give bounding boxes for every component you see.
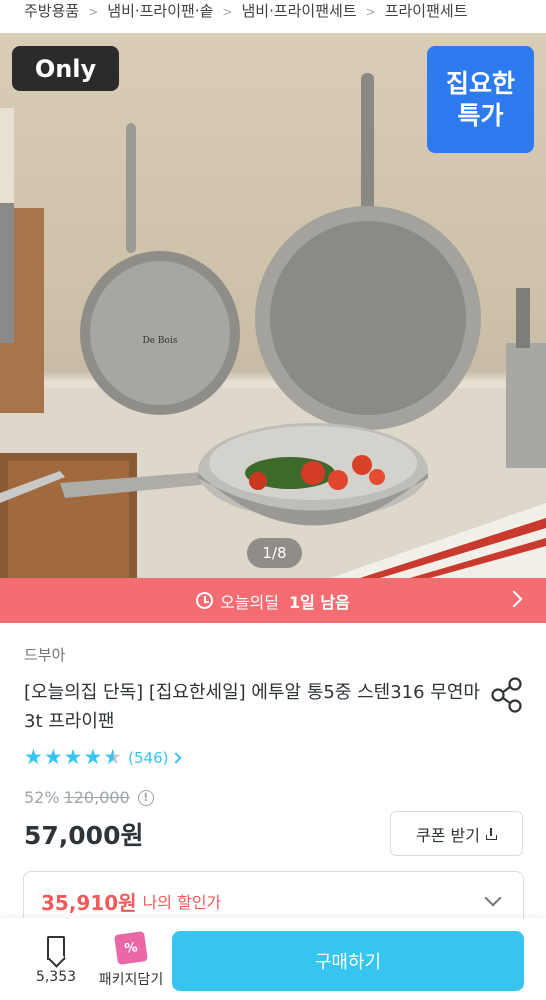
chevron-right-icon	[170, 751, 183, 764]
download-icon	[485, 827, 497, 840]
coupon-label: 쿠폰 받기	[416, 825, 480, 845]
clock-icon	[196, 592, 214, 609]
package-box-icon: %	[114, 931, 148, 965]
breadcrumb-item[interactable]: 냄비·프라이팬세트	[241, 4, 356, 19]
star-icon: ★	[24, 745, 43, 769]
sale-badge-line: 특가	[457, 100, 504, 130]
sale-badge-line: 집요한	[445, 68, 515, 98]
chevron-down-icon	[484, 889, 502, 907]
chevron-right-icon: >	[88, 5, 99, 19]
discount-rate: 52%	[24, 788, 60, 807]
get-coupon-button[interactable]: 쿠폰 받기	[390, 811, 523, 856]
add-to-package-button[interactable]: % 패키지담기	[96, 930, 166, 989]
my-discount-label: 나의 할인가	[142, 893, 222, 912]
star-icon: ★	[63, 745, 83, 769]
brand-name[interactable]: 드부아	[24, 644, 65, 665]
price-row: 52% 120,000 !	[24, 788, 154, 807]
todays-deal-banner[interactable]: 오늘의딜 1일 남음	[0, 578, 546, 623]
chevron-right-icon: >	[365, 5, 376, 19]
chevron-right-icon	[505, 590, 523, 608]
bookmark-count: 5,353	[35, 969, 77, 985]
breadcrumb-item[interactable]: 냄비·프라이팬·솥	[107, 4, 213, 19]
review-count[interactable]: (546)	[128, 749, 168, 767]
star-half-icon: ★	[103, 745, 123, 769]
bookmark-button[interactable]: 5,353	[26, 930, 86, 985]
star-icon: ★	[83, 745, 103, 769]
my-discount-amount: 35,910원	[41, 890, 137, 915]
breadcrumb-item[interactable]: 프라이팬세트	[385, 4, 468, 19]
buy-button[interactable]: 구매하기	[172, 931, 524, 991]
rating[interactable]: ★ ★ ★ ★ ★ (546)	[24, 747, 183, 768]
only-badge: Only	[12, 46, 119, 91]
original-price: 120,000	[63, 788, 130, 807]
image-page-indicator: 1/8	[247, 538, 302, 568]
product-title: [오늘의집 단독] [집요한세일] 에투알 통5중 스텐316 무연마 3t 프…	[24, 682, 480, 732]
bookmark-icon	[47, 936, 65, 960]
deal-label: 오늘의딜	[220, 592, 279, 612]
share-icon[interactable]	[490, 676, 526, 714]
star-rating: ★ ★ ★ ★ ★	[24, 747, 122, 768]
info-icon[interactable]: !	[137, 789, 154, 806]
breadcrumb-item[interactable]: 주방용품	[24, 4, 79, 19]
deal-remaining: 1일 남음	[289, 592, 350, 612]
sale-price: 57,000원	[24, 821, 144, 850]
star-icon: ★	[43, 745, 63, 769]
package-label: 패키지담기	[98, 972, 164, 988]
product-image-carousel[interactable]: De Bois Only 집요한 특가 1/8	[0, 33, 546, 578]
chevron-right-icon: >	[222, 5, 233, 19]
breadcrumb: 주방용품 > 냄비·프라이팬·솥 > 냄비·프라이팬세트 > 프라이팬세트	[0, 0, 546, 33]
special-sale-badge: 집요한 특가	[427, 46, 534, 153]
pan-brand-text: De Bois	[143, 336, 178, 346]
